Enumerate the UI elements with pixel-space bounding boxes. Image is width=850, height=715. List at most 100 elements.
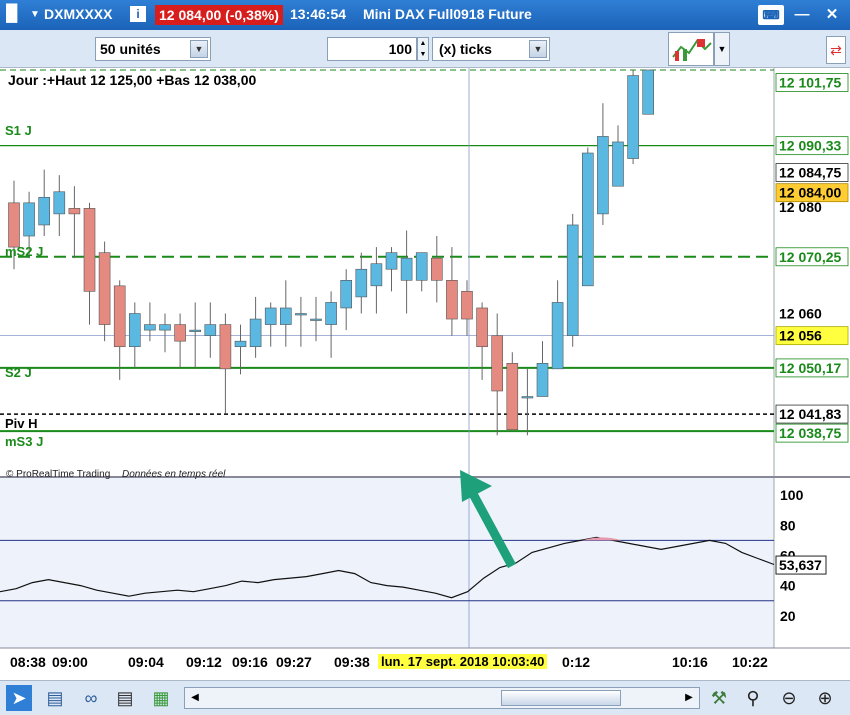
candle-body [627,75,639,159]
chart-panel[interactable]: 100 80 60 40 20 53,637 12 101,75 12 090,33 12 08… [0,68,850,680]
realtime-text: Données en temps réel [122,469,226,480]
time-axis-label: 09:12 [186,654,222,670]
time-axis-label: 09:27 [276,654,312,670]
candle[interactable] [566,213,579,347]
sync-icon[interactable]: ⇄ [826,36,846,64]
candle-body [642,69,655,115]
scroll-right-icon[interactable]: ▶ [681,690,697,706]
candle-body [446,280,458,320]
candle[interactable] [642,69,655,115]
indicator-add-icon[interactable] [668,32,714,66]
candle-body [597,136,609,215]
osc-tick-label: 100 [780,487,804,503]
zoom-fit-icon[interactable]: ⚲ [740,685,766,711]
chevron-down-icon[interactable]: ▼ [529,40,547,58]
cursor-date-label: lun. 17 sept. 2018 10:03:40 [378,654,548,669]
document-icon[interactable]: ▤ [112,685,138,711]
bottom-toolbar: ➤ ▤ ∞ ▤ ▦ ◀ ▶ ⚒ ⚲ ⊖ ⊕ [0,680,850,715]
price-tag-label: 12 060 [779,306,822,322]
time-axis-label: 08:38 [10,654,46,670]
candle[interactable] [581,147,594,287]
level-label-s1j: S1 J [5,123,32,138]
keyboard-icon[interactable]: ⌨ [758,5,784,25]
clock-time: 13:46:54 [290,6,347,22]
table-icon[interactable]: ▦ [148,685,174,711]
toolbar: 50 unités ▼ 100 ▲ ▼ (x) ticks ▼ ▼ ⇄ [0,30,850,68]
dropdown-icon[interactable]: ▼ [30,9,40,20]
ticks-input[interactable]: 100 [327,37,417,61]
minimize-icon[interactable]: — [792,5,812,25]
level-label-ms3j: mS3 J [5,434,44,449]
price-tag-label: 12 056 [779,328,822,344]
osc-tick-label: 20 [780,608,796,624]
units-select[interactable]: 50 unités ▼ [95,37,211,61]
level-label-ms2j: mS2 J [5,244,44,259]
price-chart[interactable]: 1008060402053,63712 101,7512 090,3312 08… [0,68,850,680]
time-axis-label: 09:16 [232,654,268,670]
time-axis-label: 10:22 [732,654,768,670]
candle-body [400,257,413,281]
candle[interactable] [506,352,519,431]
candle-body [340,280,353,309]
zoom-in-icon[interactable]: ⊕ [812,685,838,711]
ticks-unit-select[interactable]: (x) ticks ▼ [432,37,550,61]
share-icon[interactable]: ➤ [6,685,32,711]
link-icon[interactable]: ∞ [78,685,104,711]
price-tag-label: 12 041,83 [779,406,841,422]
copyright-text: © ProRealTime Trading [6,469,111,480]
candle-body [355,268,368,298]
candle-body [521,396,534,399]
close-icon[interactable]: ✕ [822,5,842,25]
scroll-left-icon[interactable]: ◀ [187,690,203,706]
scroll-thumb[interactable] [501,690,621,706]
candle-body [430,257,443,281]
candle-body [491,335,504,392]
candle-body [506,363,519,431]
candle-body [612,141,624,187]
candle-body [129,313,141,348]
candle-body [204,324,217,336]
candle-body [159,324,171,331]
annotation-arrow-icon [460,470,516,569]
zoom-out-icon[interactable]: ⊖ [776,685,802,711]
chart-header: Jour :+Haut 12 125,00 +Bas 12 038,00 [8,72,257,88]
level-label-s2j: S2 J [5,365,32,380]
osc-value-label: 53,637 [779,557,822,573]
title-bar: █ ▼ DXMXXXX i 12 084,00 (-0,38%) 13:46:5… [0,0,850,30]
candle-body [219,324,232,370]
chevron-down-icon[interactable]: ▼ [190,40,208,58]
candle-body [68,208,81,215]
symbol-label[interactable]: DXMXXXX [44,6,112,22]
time-axis-label: 09:04 [128,654,164,670]
candle-body [461,291,473,320]
units-select-value: 50 unités [100,41,161,57]
candle-body [98,252,111,325]
candle-body [53,191,66,215]
price-tag-label: 12 050,17 [779,360,841,376]
candle-body [264,307,277,325]
candle-body [174,324,186,342]
candle-body [279,307,292,325]
horizontal-scrollbar[interactable]: ◀ ▶ [184,687,700,709]
candle-body [83,208,96,292]
candle-body [295,313,307,316]
ticks-stepper[interactable]: ▲ ▼ [417,37,429,61]
time-axis-label: 09:38 [334,654,370,670]
candle-body [234,340,247,348]
candle-body [144,324,156,331]
layout-icon[interactable]: ▤ [42,685,68,711]
indicator-dropdown-button[interactable]: ▼ [714,32,730,66]
time-axis-label: 09:00 [52,654,88,670]
price-tag-label: 12 038,75 [779,425,841,441]
candle-body [536,363,549,397]
candle[interactable] [627,70,639,165]
candle-body [310,318,322,321]
candle-body [566,224,579,336]
candle-body [476,307,488,348]
indicator-chart-icon [672,39,712,61]
info-icon[interactable]: i [130,6,146,22]
app-icon[interactable]: █ [6,5,17,23]
time-axis-label: 10:16 [672,654,708,670]
candle-body [385,252,398,270]
tools-icon[interactable]: ⚒ [706,685,732,711]
